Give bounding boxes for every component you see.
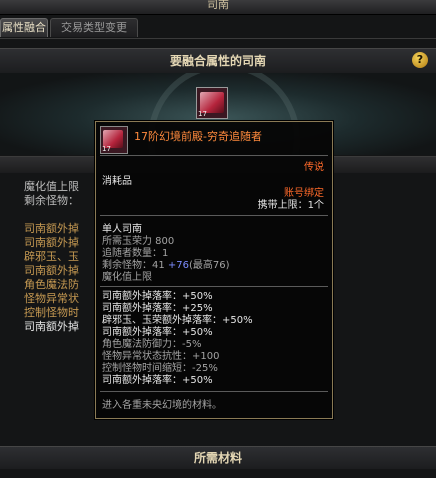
tooltip-divider [100, 215, 328, 216]
title-bar: 司南 [0, 0, 436, 15]
tooltip-stat: 司南额外掉落率：+25% [102, 303, 213, 314]
tooltip-line: 所需玉荣力 800 [102, 236, 175, 247]
tooltip-item-icon: 17 [100, 126, 128, 154]
window-title: 司南 [207, 0, 229, 11]
remaining-prefix: 剩余怪物：41 [102, 260, 165, 271]
tooltip-line: 追随者数量：1 [102, 248, 169, 259]
tooltip-stat: 怪物异常状态抗性：+100 [102, 351, 220, 362]
tooltip-item-name: 17阶幻境前殿-穷奇追随者 [134, 130, 262, 143]
bg-list-item: 司南额外掉 [24, 264, 79, 277]
bg-list-item: 司南额外掉 [24, 320, 79, 333]
tooltip-divider [100, 286, 328, 287]
tooltip-stat: 司南额外掉落率：+50% [102, 327, 213, 338]
tooltip-carry-limit: 携带上限：1个 [257, 200, 324, 211]
tooltip-divider [100, 391, 328, 392]
bg-list-item: 司南额外掉 [24, 222, 79, 235]
remaining-suffix: (最高76) [189, 260, 230, 271]
tooltip-item-level: 17 [102, 145, 111, 153]
required-materials-title: 所需材料 [0, 446, 436, 469]
item-slot[interactable]: 17 [196, 87, 228, 119]
item-tooltip: 17 17阶幻境前殿-穷奇追随者 传说 消耗品 账号绑定 携带上限：1个 单人司… [95, 121, 333, 419]
tooltip-remaining: 剩余怪物：41 +76(最高76) [102, 260, 230, 271]
slot-level: 17 [198, 110, 207, 118]
tab-attribute-fusion[interactable]: 属性融合 [0, 18, 48, 37]
tab-trade-type-change[interactable]: 交易类型变更 [50, 18, 138, 37]
section-title: 要融合属性的司南 [0, 48, 436, 74]
tooltip-magic-cap: 魔化值上限 [102, 272, 152, 283]
bg-magic-cap: 魔化值上限 [24, 180, 79, 193]
tooltip-stat: 辟邪玉、玉荣额外掉落率：+50% [102, 315, 253, 326]
tooltip-category: 消耗品 [102, 176, 132, 187]
bg-list-item: 控制怪物时 [24, 306, 79, 319]
bg-list-item: 辟邪玉、玉 [24, 250, 79, 263]
tab-bar: 属性融合 交易类型变更 [0, 16, 436, 39]
remaining-bonus: +76 [167, 260, 190, 271]
tooltip-line: 单人司南 [102, 224, 142, 235]
tooltip-divider [100, 155, 328, 156]
tooltip-stat: 司南额外掉落率：+50% [102, 291, 213, 302]
bg-list-item: 怪物异常状 [24, 292, 79, 305]
tooltip-stat: 司南额外掉落率：+50% [102, 375, 213, 386]
tooltip-rarity: 传说 [304, 162, 324, 173]
help-icon[interactable]: ? [412, 52, 428, 68]
bg-list-item: 角色魔法防 [24, 278, 79, 291]
tooltip-stat: 角色魔法防御力：-5% [102, 339, 202, 350]
tooltip-bind: 账号绑定 [284, 188, 324, 199]
bg-list-item: 司南额外掉 [24, 236, 79, 249]
tooltip-footer: 进入各重未央幻境的材料。 [102, 400, 222, 411]
bg-remaining: 剩余怪物： [24, 194, 79, 207]
tooltip-header: 17 17阶幻境前殿-穷奇追随者 [96, 122, 332, 154]
tooltip-stat: 控制怪物时间缩短：-25% [102, 363, 218, 374]
